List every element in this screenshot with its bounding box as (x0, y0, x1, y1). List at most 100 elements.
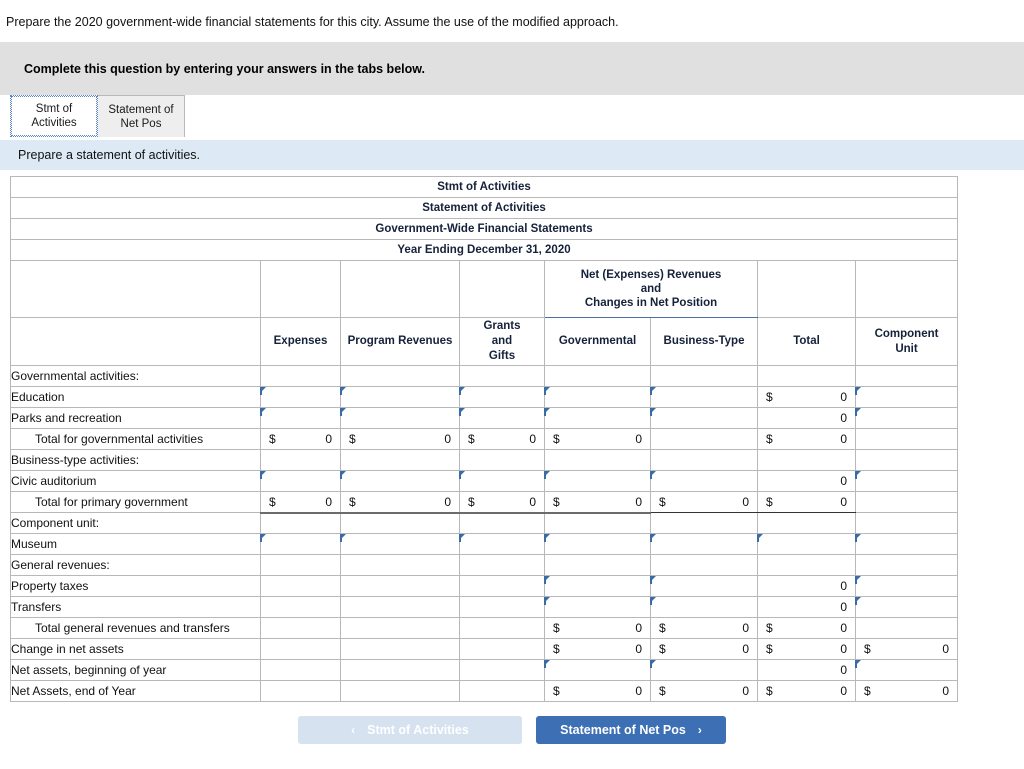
input-transfers-business-type[interactable] (650, 596, 758, 619)
row-label-general-revenues: General revenues: (10, 554, 261, 577)
group-header-blank-label (10, 260, 261, 319)
input-civic-auditorium-program-revenues[interactable] (340, 470, 460, 493)
column-header-governmental: Governmental (544, 317, 651, 367)
input-parks-component-unit[interactable] (854, 407, 959, 430)
input-civic-auditorium-expenses[interactable] (260, 470, 341, 493)
chevron-right-icon: › (697, 723, 702, 738)
input-property-taxes-governmental[interactable] (544, 575, 651, 598)
cell-blank (854, 617, 959, 640)
input-museum-component-unit[interactable] (854, 533, 959, 556)
input-education-business-type[interactable] (650, 386, 758, 409)
amount: 0 (444, 432, 451, 447)
input-museum-expenses[interactable] (260, 533, 341, 556)
cell-marker-icon (260, 534, 266, 543)
next-tab-button[interactable]: Statement of Net Pos › (536, 716, 726, 745)
question-prompt: Prepare the 2020 government-wide financi… (6, 15, 619, 29)
cell-blank (340, 638, 460, 661)
worksheet-container: Stmt of Activities Statement of Activiti… (0, 170, 1024, 703)
input-net-assets-beginning-component-unit[interactable] (854, 659, 959, 682)
amount: 0 (635, 684, 642, 699)
input-museum-governmental[interactable] (544, 533, 651, 556)
cell-blank (340, 680, 460, 703)
input-education-governmental[interactable] (544, 386, 651, 409)
input-civic-auditorium-grants-and-gifts[interactable] (459, 470, 545, 493)
input-museum-grants-and-gifts[interactable] (459, 533, 545, 556)
cell-blank (260, 575, 341, 598)
sheet-title-2: Statement of Activities (9, 197, 959, 220)
input-parks-grants-and-gifts[interactable] (459, 407, 545, 430)
value-net-assets-end-governmental: $ 0 (544, 680, 651, 703)
table-row: Civic auditorium 0 (10, 470, 959, 493)
instruction-banner-text: Complete this question by entering your … (24, 61, 425, 76)
input-transfers-governmental[interactable] (544, 596, 651, 619)
tab-stmt-of-activities-line2: Activities (31, 117, 77, 130)
row-label-component-unit: Component unit: (10, 512, 261, 535)
input-net-assets-beginning-governmental[interactable] (544, 659, 651, 682)
input-education-component-unit[interactable] (854, 386, 959, 409)
value-total-gov-expenses: $ 0 (260, 428, 341, 451)
dollar-sign: $ (349, 432, 356, 447)
dollar-sign: $ (766, 642, 773, 657)
value-total-primary-grants-and-gifts: $ 0 (459, 491, 545, 514)
amount: 0 (840, 663, 847, 678)
input-museum-total[interactable] (757, 533, 856, 556)
cell-blank (260, 512, 341, 535)
cell-blank (340, 554, 460, 577)
column-header-component-unit: Component Unit (854, 317, 959, 367)
row-label-parks-and-recreation: Parks and recreation (10, 407, 261, 430)
input-transfers-component-unit[interactable] (854, 596, 959, 619)
group-header-blank-program (340, 260, 460, 319)
grants-line-3: Gifts (488, 350, 516, 363)
cell-blank (340, 575, 460, 598)
table-row: Component unit: (10, 512, 959, 535)
group-header-line-2: and (640, 283, 662, 296)
cell-blank (757, 554, 856, 577)
cell-marker-icon (459, 408, 465, 417)
amount: 0 (942, 642, 950, 657)
table-row: Property taxes 0 (10, 575, 959, 598)
value-change-net-assets-component-unit: $ 0 (854, 638, 959, 661)
prev-tab-button[interactable]: ‹ Stmt of Activities (298, 716, 522, 745)
cell-marker-icon (855, 408, 861, 417)
input-parks-business-type[interactable] (650, 407, 758, 430)
input-civic-auditorium-component-unit[interactable] (854, 470, 959, 493)
value-total-general-rev-governmental: $ 0 (544, 617, 651, 640)
input-museum-program-revenues[interactable] (340, 533, 460, 556)
input-parks-governmental[interactable] (544, 407, 651, 430)
cell-marker-icon (340, 387, 346, 396)
input-museum-business-type[interactable] (650, 533, 758, 556)
cell-blank (260, 617, 341, 640)
cell-blank (650, 449, 758, 472)
input-education-expenses[interactable] (260, 386, 341, 409)
input-education-grants-and-gifts[interactable] (459, 386, 545, 409)
input-property-taxes-component-unit[interactable] (854, 575, 959, 598)
cell-marker-icon (650, 576, 656, 585)
value-net-assets-beginning-total: 0 (757, 659, 856, 682)
cell-marker-icon (855, 471, 861, 480)
input-property-taxes-business-type[interactable] (650, 575, 758, 598)
input-civic-auditorium-governmental[interactable] (544, 470, 651, 493)
cell-marker-icon (757, 534, 763, 543)
cell-blank (260, 554, 341, 577)
dollar-sign: $ (864, 684, 871, 699)
amount: 0 (742, 495, 749, 510)
table-row: Museum (10, 533, 959, 556)
input-parks-program-revenues[interactable] (340, 407, 460, 430)
column-header-label (10, 317, 261, 367)
amount: 0 (325, 432, 332, 447)
amount: 0 (742, 642, 749, 657)
table-group-header-row: Net (Expenses) Revenues and Changes in N… (10, 260, 959, 319)
table-row: Parks and recreation 0 (10, 407, 959, 430)
tab-stmt-of-activities[interactable]: Stmt of Activities (10, 95, 98, 138)
amount: 0 (444, 495, 451, 509)
value-total-primary-governmental: $ 0 (544, 491, 651, 514)
cell-blank (340, 617, 460, 640)
cell-blank (459, 659, 545, 682)
input-parks-expenses[interactable] (260, 407, 341, 430)
input-civic-auditorium-business-type[interactable] (650, 470, 758, 493)
input-education-program-revenues[interactable] (340, 386, 460, 409)
input-net-assets-beginning-business-type[interactable] (650, 659, 758, 682)
tab-statement-of-net-pos[interactable]: Statement of Net Pos (97, 95, 185, 138)
cell-blank (340, 365, 460, 388)
dollar-sign: $ (269, 495, 276, 509)
